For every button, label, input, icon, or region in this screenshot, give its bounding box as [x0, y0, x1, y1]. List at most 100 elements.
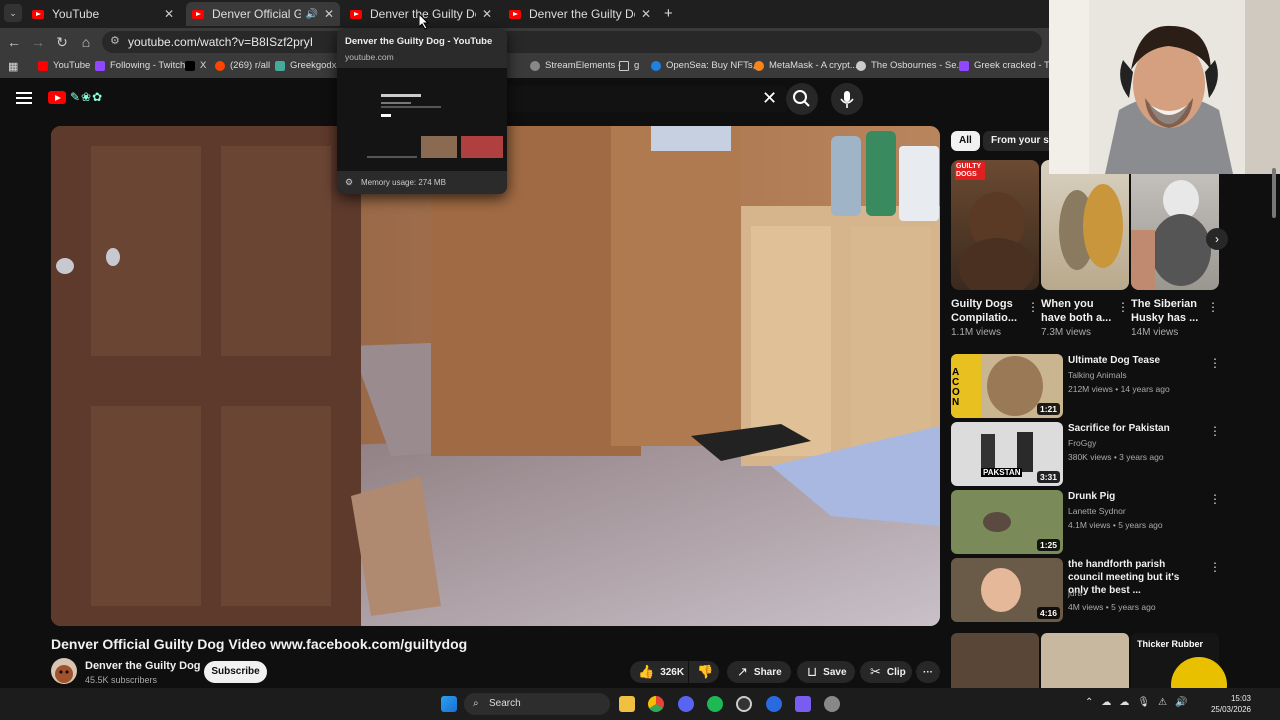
start-icon[interactable]: [441, 696, 457, 712]
taskbar-search[interactable]: ⌕ Search: [464, 693, 610, 715]
back-icon[interactable]: ←: [6, 34, 22, 50]
short-card[interactable]: GUILTY DOGS Guilty Dogs Compilatio... 1.…: [951, 160, 1039, 338]
shorts-next-button[interactable]: ›: [1206, 228, 1228, 250]
more-actions-button[interactable]: ···: [916, 661, 940, 683]
short-title: When you have both a...: [1041, 298, 1112, 324]
clip-button[interactable]: ✂ Clip: [860, 661, 912, 683]
bookmark-greekgodx[interactable]: Greekgodx -: [275, 60, 342, 71]
video-meta: 212M views • 14 years ago: [1068, 384, 1170, 394]
subscribe-button[interactable]: Subscribe: [204, 661, 267, 683]
close-tab-icon[interactable]: ✕: [641, 7, 651, 21]
page-scrollbar[interactable]: [1272, 168, 1276, 218]
husky-thumbnail-art: [1131, 180, 1211, 290]
taskbar-clock[interactable]: 15:03 25/03/2026: [1205, 693, 1251, 715]
system-tray-icons[interactable]: ⌃☁☁🎙⚠🔊: [1085, 697, 1196, 708]
channel-name[interactable]: Talking Animals: [1068, 370, 1127, 380]
bookmark-metamask[interactable]: MetaMask - A crypt...: [754, 60, 858, 71]
channel-avatar[interactable]: [51, 658, 77, 684]
recommended-video[interactable]: 4:16 the handforth parish council meetin…: [951, 558, 1251, 622]
video-menu-icon[interactable]: ⋮: [1209, 424, 1221, 438]
short-menu-icon[interactable]: ⋮: [1207, 300, 1219, 314]
clear-search-icon[interactable]: ✕: [762, 88, 777, 109]
address-bar[interactable]: ⚙ youtube.com/watch?v=B8ISzf2pryI: [102, 31, 1042, 53]
file-explorer-icon[interactable]: [619, 696, 635, 712]
short-views: 1.1M views: [951, 327, 1002, 338]
bookmark-opensea[interactable]: OpenSea: Buy NFTs,...: [651, 60, 763, 71]
x-logo-icon: [185, 60, 195, 71]
streamelements-icon: [530, 60, 540, 71]
tab-search-button[interactable]: ⌄: [4, 4, 22, 22]
site-info-icon[interactable]: ⚙: [110, 34, 120, 47]
bookmark-label: MetaMask - A crypt...: [769, 60, 858, 71]
apps-icon[interactable]: ▦: [8, 60, 18, 73]
close-tab-icon[interactable]: ✕: [482, 7, 492, 21]
bookmark-youtube[interactable]: YouTube: [38, 60, 90, 71]
short-card[interactable]: When you have both a... 7.3M views ⋮: [1041, 160, 1129, 338]
discord-icon[interactable]: [678, 696, 694, 712]
bookmark-x[interactable]: X: [185, 60, 206, 71]
youtube-favicon-icon: [509, 9, 521, 19]
close-tab-icon[interactable]: ✕: [164, 7, 174, 21]
forward-icon[interactable]: →: [30, 34, 46, 50]
video-title: Denver Official Guilty Dog Video www.fac…: [51, 636, 468, 652]
channel-name[interactable]: Lanette Sydnor: [1068, 506, 1126, 516]
bookmark-label: (269) r/all: [230, 60, 271, 71]
tab-denver-official[interactable]: Denver Official Guilty Dog Vide 🔊 ✕: [186, 2, 340, 26]
save-label: Save: [823, 666, 847, 678]
recommended-video[interactable]: ACON 1:21 Ultimate Dog Tease Talking Ani…: [951, 354, 1251, 418]
chip-all[interactable]: All: [951, 131, 980, 151]
dog-thumbnail-art: [959, 192, 1035, 290]
app-c-icon[interactable]: [766, 696, 782, 712]
video-player[interactable]: [51, 126, 940, 626]
chrome-icon[interactable]: [648, 696, 664, 712]
tab-youtube[interactable]: YouTube ✕: [26, 2, 180, 26]
channel-name[interactable]: FroGgy: [1068, 438, 1096, 448]
spotify-icon[interactable]: [707, 696, 723, 712]
share-icon: ↗: [737, 664, 748, 679]
url-text[interactable]: youtube.com/watch?v=B8ISzf2pryI: [128, 35, 313, 49]
voice-search-button[interactable]: [831, 83, 863, 115]
short-menu-icon[interactable]: ⋮: [1027, 300, 1039, 314]
recommended-video[interactable]: 1:25 Drunk Pig Lanette Sydnor 4.1M views…: [951, 490, 1251, 554]
youtube-doodle-icon[interactable]: ✎❀✿: [70, 90, 103, 104]
dislike-button[interactable]: 👎: [689, 661, 719, 683]
save-button[interactable]: ⊔ Save: [797, 661, 855, 683]
video-menu-icon[interactable]: ⋮: [1209, 356, 1221, 370]
tv-icon: [856, 60, 866, 71]
bookmark-folder-g[interactable]: g: [619, 60, 639, 71]
menu-icon[interactable]: [16, 92, 32, 104]
search-icon: ⌕: [473, 698, 479, 709]
channel-name[interactable]: jura: [1068, 588, 1082, 598]
partial-thumbnail[interactable]: [951, 633, 1039, 688]
memory-icon: ⚙: [345, 177, 354, 187]
video-menu-icon[interactable]: ⋮: [1209, 560, 1221, 574]
like-button[interactable]: 👍 326K: [630, 661, 688, 683]
bookmark-streamelements[interactable]: StreamElements -: [530, 60, 621, 71]
settings-gear-icon[interactable]: [824, 696, 840, 712]
short-menu-icon[interactable]: ⋮: [1117, 300, 1129, 314]
bookmark-twitch[interactable]: Following - Twitch: [95, 60, 185, 71]
video-thumbnail: 1:25: [951, 490, 1063, 554]
close-tab-icon[interactable]: ✕: [324, 7, 334, 21]
reload-icon[interactable]: ↻: [54, 34, 70, 50]
channel-name[interactable]: Denver the Guilty Dog: [85, 660, 201, 672]
speaker-icon[interactable]: 🔊: [305, 9, 317, 20]
partial-thumbnail[interactable]: Thicker Rubber: [1131, 633, 1227, 713]
grid-app-icon[interactable]: [795, 696, 811, 712]
partial-thumbnail[interactable]: [1041, 633, 1129, 688]
short-card[interactable]: The Siberian Husky has ... 14M views ⋮: [1131, 160, 1219, 338]
bookmark-reddit[interactable]: (269) r/all: [215, 60, 270, 71]
tab-denver-guilty-2[interactable]: Denver the Guilty Dog - YouTub ✕: [503, 2, 657, 26]
bookmark-osbournes[interactable]: The Osbournes - Se...: [856, 60, 964, 71]
share-button[interactable]: ↗ Share: [727, 661, 791, 683]
search-input[interactable]: [508, 86, 786, 112]
recommended-video[interactable]: PAKSTAN 3:31 Sacrifice for Pakistan FroG…: [951, 422, 1251, 486]
search-button[interactable]: [786, 83, 818, 115]
video-menu-icon[interactable]: ⋮: [1209, 492, 1221, 506]
youtube-logo[interactable]: [48, 91, 66, 104]
home-icon[interactable]: ⌂: [78, 34, 94, 50]
obs-icon[interactable]: [736, 696, 752, 712]
thumbs-up-icon: 👍: [638, 664, 655, 679]
bookmark-label: Greekgodx -: [290, 60, 343, 71]
new-tab-button[interactable]: +: [664, 5, 673, 22]
